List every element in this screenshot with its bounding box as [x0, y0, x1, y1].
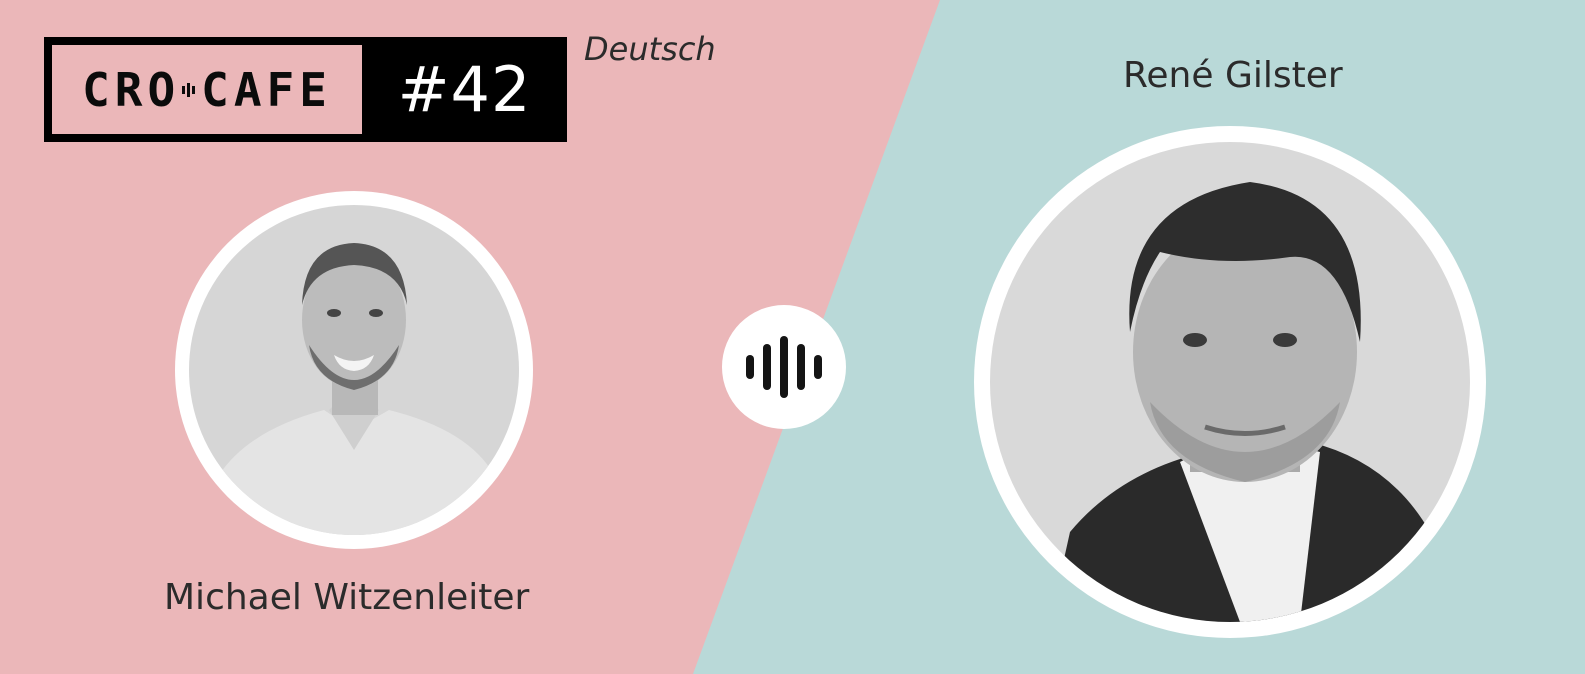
host-avatar	[175, 191, 533, 549]
guest-photo	[990, 142, 1470, 622]
audio-wave-icon	[746, 355, 754, 379]
episode-number: #42	[397, 53, 532, 126]
host-name: Michael Witzenleiter	[164, 577, 530, 618]
logo-word-right: CAFE	[201, 62, 332, 117]
audio-wave-icon	[182, 82, 196, 97]
logo-word-left: CRO	[82, 62, 181, 117]
logo-wordmark-box: CRO CAFE	[52, 45, 362, 134]
cro-cafe-logo: CRO CAFE #42	[44, 37, 567, 142]
host-photo	[189, 205, 519, 535]
guest-name: René Gilster	[1123, 55, 1343, 96]
guest-avatar	[974, 126, 1486, 638]
language-label: Deutsch	[584, 30, 716, 68]
play-audio-button[interactable]	[722, 305, 846, 429]
